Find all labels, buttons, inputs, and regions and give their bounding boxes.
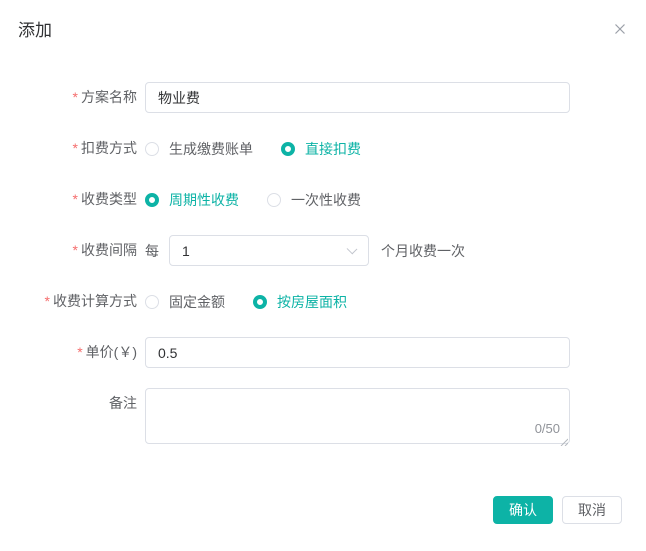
required-mark: * bbox=[73, 140, 78, 156]
remark-textarea[interactable] bbox=[145, 388, 570, 444]
form-row-remark: 备注 0/50 bbox=[0, 388, 646, 444]
radio-label: 一次性收费 bbox=[291, 190, 361, 210]
charge-calc-label: *收费计算方式 bbox=[18, 286, 145, 317]
interval-select-value: 1 bbox=[182, 243, 190, 259]
deduct-method-radio-group: 生成缴费账单 直接扣费 bbox=[145, 139, 361, 159]
interval-suffix-text: 个月收费一次 bbox=[381, 241, 465, 261]
charge-type-radio-group: 周期性收费 一次性收费 bbox=[145, 190, 361, 210]
radio-by-house-area[interactable]: 按房屋面积 bbox=[253, 292, 347, 312]
resize-handle-icon[interactable] bbox=[559, 433, 568, 442]
radio-icon bbox=[145, 193, 159, 207]
form-row-unit-price: *单价(￥) bbox=[0, 337, 646, 368]
form-row-plan-name: *方案名称 bbox=[0, 82, 646, 113]
plan-name-input[interactable] bbox=[145, 82, 570, 113]
dialog-header: 添加 bbox=[0, 18, 646, 44]
add-dialog: 添加 *方案名称 *扣费方式 bbox=[0, 0, 646, 551]
required-mark: * bbox=[73, 242, 78, 258]
radio-direct-deduct[interactable]: 直接扣费 bbox=[281, 139, 361, 159]
cancel-button[interactable]: 取消 bbox=[562, 496, 622, 524]
remark-label: 备注 bbox=[18, 388, 145, 419]
required-mark: * bbox=[77, 344, 82, 360]
add-form: *方案名称 *扣费方式 生成缴费账单 直接扣费 * bbox=[0, 82, 646, 444]
radio-label: 周期性收费 bbox=[169, 190, 239, 210]
radio-label: 直接扣费 bbox=[305, 139, 361, 159]
radio-periodic-charge[interactable]: 周期性收费 bbox=[145, 190, 239, 210]
radio-fixed-amount[interactable]: 固定金额 bbox=[145, 292, 225, 312]
required-mark: * bbox=[73, 191, 78, 207]
radio-icon bbox=[145, 295, 159, 309]
radio-onetime-charge[interactable]: 一次性收费 bbox=[267, 190, 361, 210]
charge-interval-label: *收费间隔 bbox=[18, 235, 145, 266]
dialog-footer: 确认 取消 bbox=[0, 496, 646, 524]
form-row-charge-interval: *收费间隔 每 1 个月收费一次 bbox=[0, 235, 646, 266]
radio-generate-bill[interactable]: 生成缴费账单 bbox=[145, 139, 253, 159]
dialog-title: 添加 bbox=[18, 21, 52, 40]
charge-type-label: *收费类型 bbox=[18, 184, 145, 215]
chevron-down-icon bbox=[347, 244, 358, 255]
radio-label: 固定金额 bbox=[169, 292, 225, 312]
unit-price-input[interactable] bbox=[145, 337, 570, 368]
remark-textarea-wrap: 0/50 bbox=[145, 388, 570, 444]
deduct-method-label: *扣费方式 bbox=[18, 133, 145, 164]
plan-name-label: *方案名称 bbox=[18, 82, 145, 113]
required-mark: * bbox=[73, 89, 78, 105]
form-row-charge-calc: *收费计算方式 固定金额 按房屋面积 bbox=[0, 286, 646, 317]
charge-calc-radio-group: 固定金额 按房屋面积 bbox=[145, 292, 347, 312]
radio-label: 生成缴费账单 bbox=[169, 139, 253, 159]
close-icon bbox=[613, 22, 627, 36]
confirm-button[interactable]: 确认 bbox=[493, 496, 553, 524]
form-row-deduct-method: *扣费方式 生成缴费账单 直接扣费 bbox=[0, 133, 646, 164]
radio-icon bbox=[253, 295, 267, 309]
radio-icon bbox=[145, 142, 159, 156]
radio-icon bbox=[267, 193, 281, 207]
radio-label: 按房屋面积 bbox=[277, 292, 347, 312]
form-row-charge-type: *收费类型 周期性收费 一次性收费 bbox=[0, 184, 646, 215]
required-mark: * bbox=[45, 293, 50, 309]
interval-prefix-text: 每 bbox=[145, 241, 159, 261]
char-counter: 0/50 bbox=[535, 422, 560, 435]
unit-price-label: *单价(￥) bbox=[18, 337, 145, 368]
radio-icon bbox=[281, 142, 295, 156]
close-button[interactable] bbox=[610, 19, 630, 39]
interval-select[interactable]: 1 bbox=[169, 235, 369, 266]
